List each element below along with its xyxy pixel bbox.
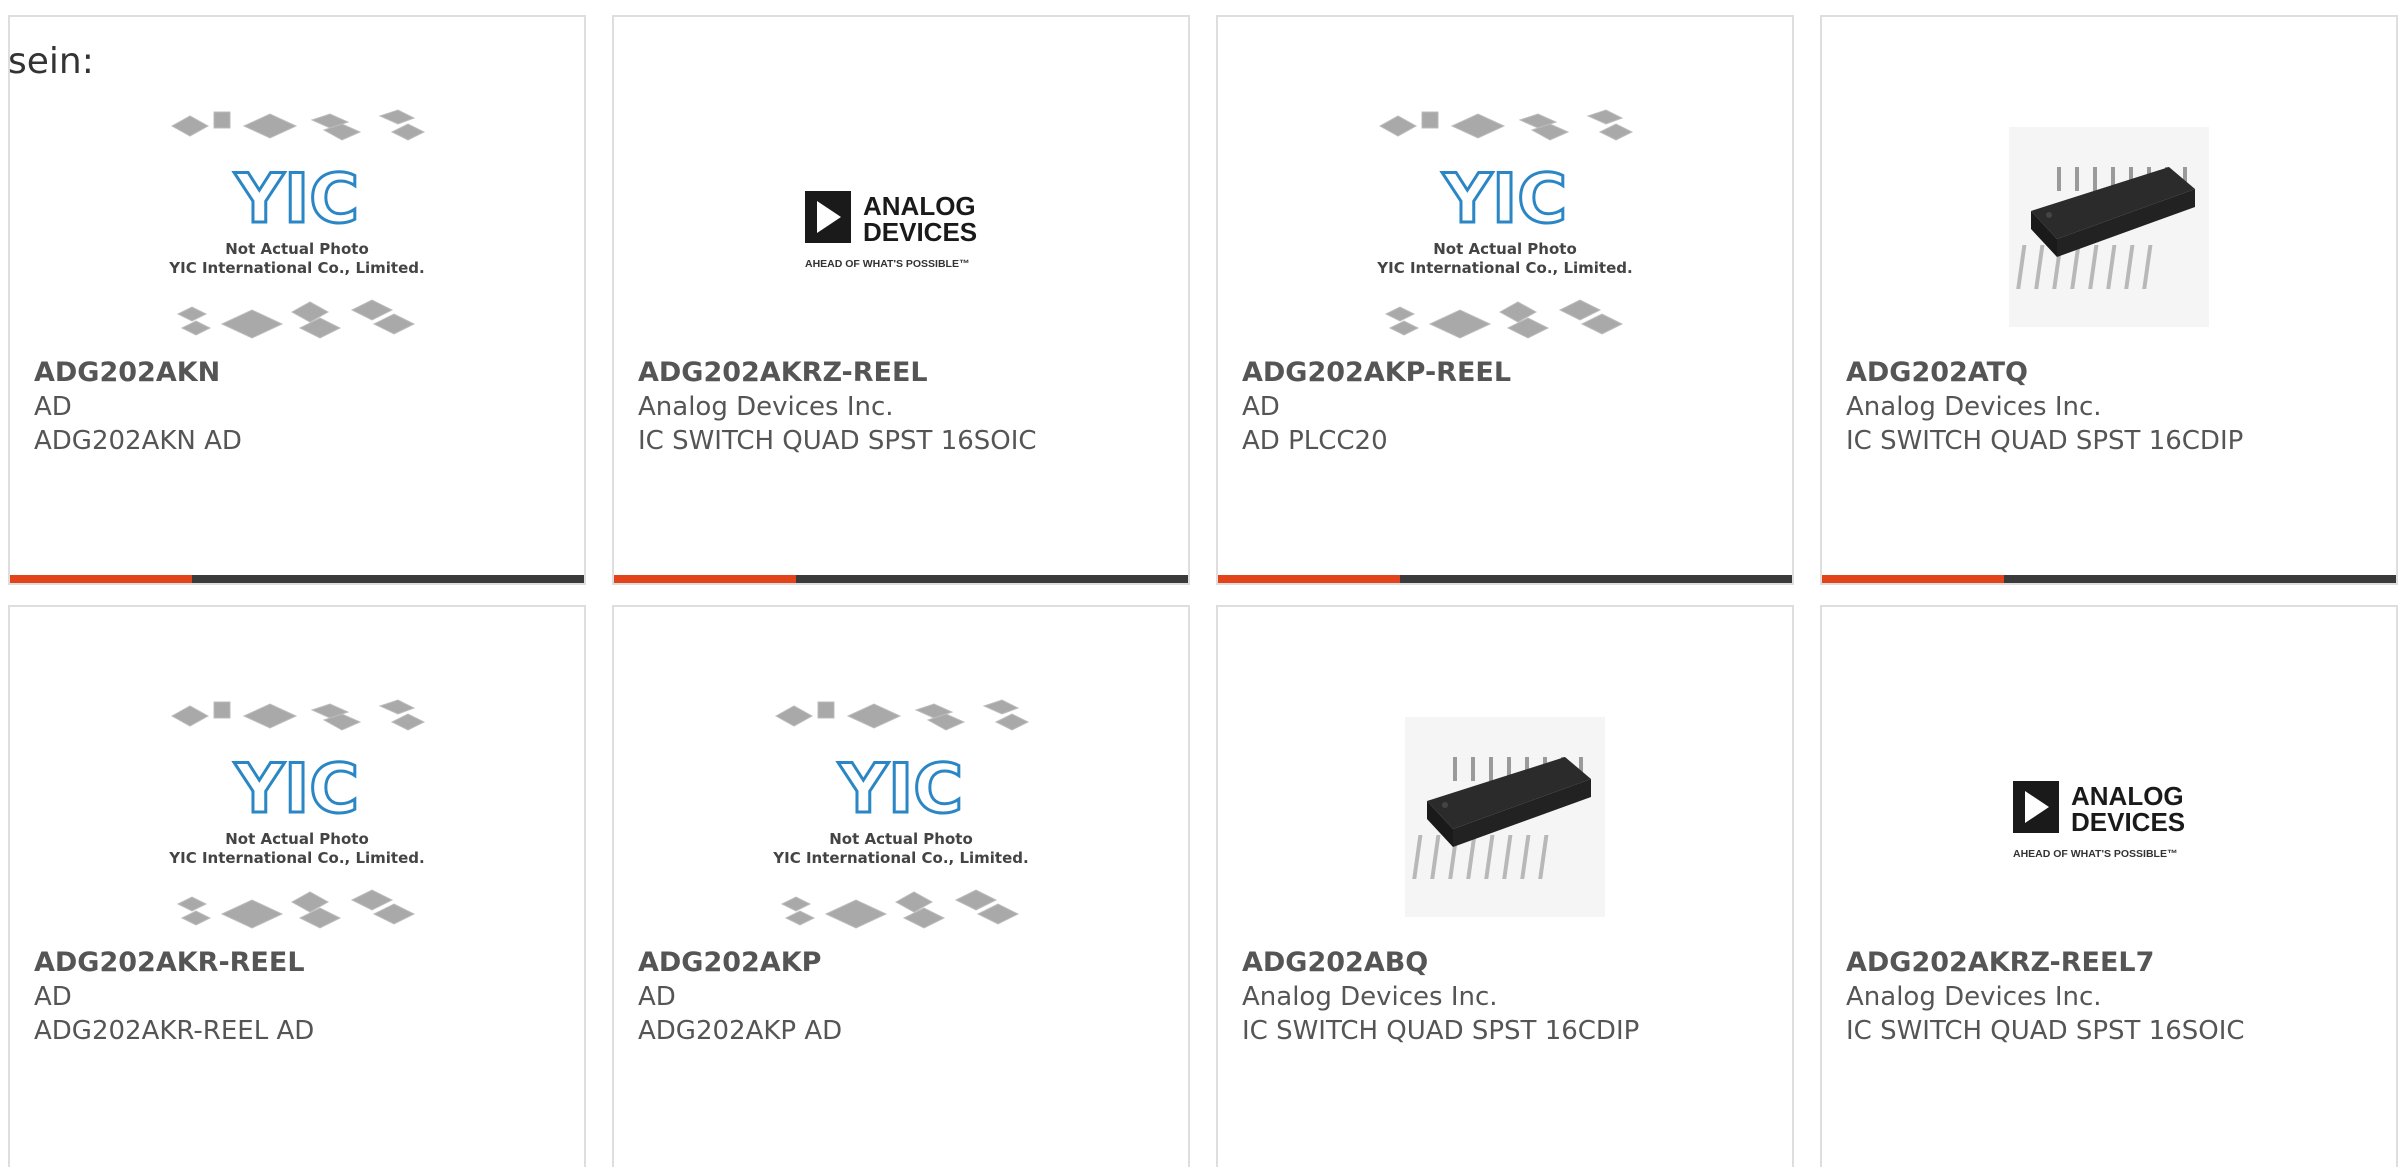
product-description: IC SWITCH QUAD SPST 16CDIP	[1846, 426, 2244, 456]
product-card[interactable]: YIC Not Actual Photo YIC International C…	[612, 605, 1190, 1167]
svg-text:DEVICES: DEVICES	[863, 217, 977, 247]
product-description: ADG202AKP AD	[638, 1016, 843, 1046]
product-card[interactable]: ADG202ABQ Analog Devices Inc. IC SWITCH …	[1216, 605, 1794, 1167]
product-grid: YIC Not Actual Photo YIC International C…	[8, 15, 2398, 1167]
svg-text:Not Actual Photo: Not Actual Photo	[225, 240, 369, 258]
svg-text:AHEAD OF WHAT'S POSSIBLE™: AHEAD OF WHAT'S POSSIBLE™	[2013, 848, 2177, 860]
yic-placeholder-icon: YIC Not Actual Photo YIC International C…	[1376, 109, 1634, 339]
product-manufacturer: AD	[34, 392, 72, 422]
product-card[interactable]: ANALOG DEVICES AHEAD OF WHAT'S POSSIBLE™…	[612, 15, 1190, 585]
product-manufacturer: Analog Devices Inc.	[1242, 982, 1498, 1012]
product-description: IC SWITCH QUAD SPST 16CDIP	[1242, 1016, 1640, 1046]
svg-text:Not Actual Photo: Not Actual Photo	[1433, 240, 1577, 258]
product-card[interactable]: ANALOG DEVICES AHEAD OF WHAT'S POSSIBLE™…	[1820, 605, 2398, 1167]
yic-placeholder-icon: YIC Not Actual Photo YIC International C…	[772, 699, 1030, 929]
product-meta: ADG202AKRZ-REEL7 Analog Devices Inc. IC …	[1846, 946, 2386, 1048]
product-meta: ADG202ABQ Analog Devices Inc. IC SWITCH …	[1242, 946, 1782, 1048]
svg-text:YIC International Co., Limited: YIC International Co., Limited.	[1376, 259, 1632, 277]
product-image: ANALOG DEVICES AHEAD OF WHAT'S POSSIBLE™	[614, 87, 1188, 367]
product-image: YIC Not Actual Photo YIC International C…	[614, 677, 1188, 957]
product-image	[1218, 677, 1792, 957]
product-image: YIC Not Actual Photo YIC International C…	[10, 87, 584, 367]
product-manufacturer: Analog Devices Inc.	[638, 392, 894, 422]
card-accent-bar	[1822, 575, 2004, 583]
product-description: ADG202AKN AD	[34, 426, 242, 456]
product-card[interactable]: YIC Not Actual Photo YIC International C…	[1216, 15, 1794, 585]
product-image	[1822, 87, 2396, 367]
analog-devices-logo: ANALOG DEVICES AHEAD OF WHAT'S POSSIBLE™	[2013, 781, 2185, 860]
card-accent-bar	[10, 575, 192, 583]
product-description: IC SWITCH QUAD SPST 16SOIC	[638, 426, 1037, 456]
card-footer-bar	[10, 575, 584, 583]
yic-placeholder-icon: YIC Not Actual Photo YIC International C…	[168, 699, 426, 929]
svg-text:YIC International Co., Limited: YIC International Co., Limited.	[168, 849, 424, 867]
card-footer-bar	[1218, 575, 1792, 583]
card-footer-bar	[1822, 575, 2396, 583]
product-manufacturer: AD	[34, 982, 72, 1012]
product-part-number[interactable]: ADG202AKR-REEL	[34, 946, 574, 980]
product-meta: ADG202AKR-REEL AD ADG202AKR-REEL AD	[34, 946, 574, 1048]
card-footer-bar	[614, 575, 1188, 583]
product-card[interactable]: YIC Not Actual Photo YIC International C…	[8, 605, 586, 1167]
product-manufacturer: Analog Devices Inc.	[1846, 982, 2102, 1012]
card-accent-bar	[1218, 575, 1400, 583]
svg-text:YIC: YIC	[234, 750, 359, 829]
product-image: YIC Not Actual Photo YIC International C…	[1218, 87, 1792, 367]
page: sein: YIC Not Actual Photo YIC Internati…	[0, 0, 2400, 1167]
svg-text:YIC: YIC	[234, 160, 359, 239]
product-part-number[interactable]: ADG202AKP-REEL	[1242, 356, 1782, 390]
svg-text:Not Actual Photo: Not Actual Photo	[829, 830, 973, 848]
svg-text:YIC International Co., Limited: YIC International Co., Limited.	[168, 259, 424, 277]
card-accent-bar	[614, 575, 796, 583]
product-part-number[interactable]: ADG202AKRZ-REEL	[638, 356, 1178, 390]
product-meta: ADG202AKP AD ADG202AKP AD	[638, 946, 1178, 1048]
svg-text:DEVICES: DEVICES	[2071, 807, 2185, 837]
product-meta: ADG202ATQ Analog Devices Inc. IC SWITCH …	[1846, 356, 2386, 458]
product-part-number[interactable]: ADG202ATQ	[1846, 356, 2386, 390]
product-image: YIC Not Actual Photo YIC International C…	[10, 677, 584, 957]
product-part-number[interactable]: ADG202AKN	[34, 356, 574, 390]
product-meta: ADG202AKRZ-REEL Analog Devices Inc. IC S…	[638, 356, 1178, 458]
product-description: AD PLCC20	[1242, 426, 1388, 456]
product-card[interactable]: YIC Not Actual Photo YIC International C…	[8, 15, 586, 585]
dip-chip-photo	[1405, 717, 1605, 917]
svg-text:YIC: YIC	[838, 750, 963, 829]
svg-text:YIC International Co., Limited: YIC International Co., Limited.	[772, 849, 1028, 867]
analog-devices-logo: ANALOG DEVICES AHEAD OF WHAT'S POSSIBLE™	[805, 191, 977, 270]
product-manufacturer: Analog Devices Inc.	[1846, 392, 2102, 422]
product-manufacturer: AD	[638, 982, 676, 1012]
product-image: ANALOG DEVICES AHEAD OF WHAT'S POSSIBLE™	[1822, 677, 2396, 957]
product-part-number[interactable]: ADG202AKP	[638, 946, 1178, 980]
dip-chip-photo	[2009, 127, 2209, 327]
yic-placeholder-icon: YIC Not Actual Photo YIC International C…	[168, 109, 426, 339]
product-part-number[interactable]: ADG202ABQ	[1242, 946, 1782, 980]
product-description: ADG202AKR-REEL AD	[34, 1016, 315, 1046]
product-meta: ADG202AKP-REEL AD AD PLCC20	[1242, 356, 1782, 458]
product-description: IC SWITCH QUAD SPST 16SOIC	[1846, 1016, 2245, 1046]
svg-text:Not Actual Photo: Not Actual Photo	[225, 830, 369, 848]
product-meta: ADG202AKN AD ADG202AKN AD	[34, 356, 574, 458]
product-card[interactable]: ADG202ATQ Analog Devices Inc. IC SWITCH …	[1820, 15, 2398, 585]
product-part-number[interactable]: ADG202AKRZ-REEL7	[1846, 946, 2386, 980]
svg-text:YIC: YIC	[1442, 160, 1567, 239]
svg-text:AHEAD OF WHAT'S POSSIBLE™: AHEAD OF WHAT'S POSSIBLE™	[805, 258, 969, 270]
intro-text: sein:	[8, 41, 94, 82]
product-manufacturer: AD	[1242, 392, 1280, 422]
